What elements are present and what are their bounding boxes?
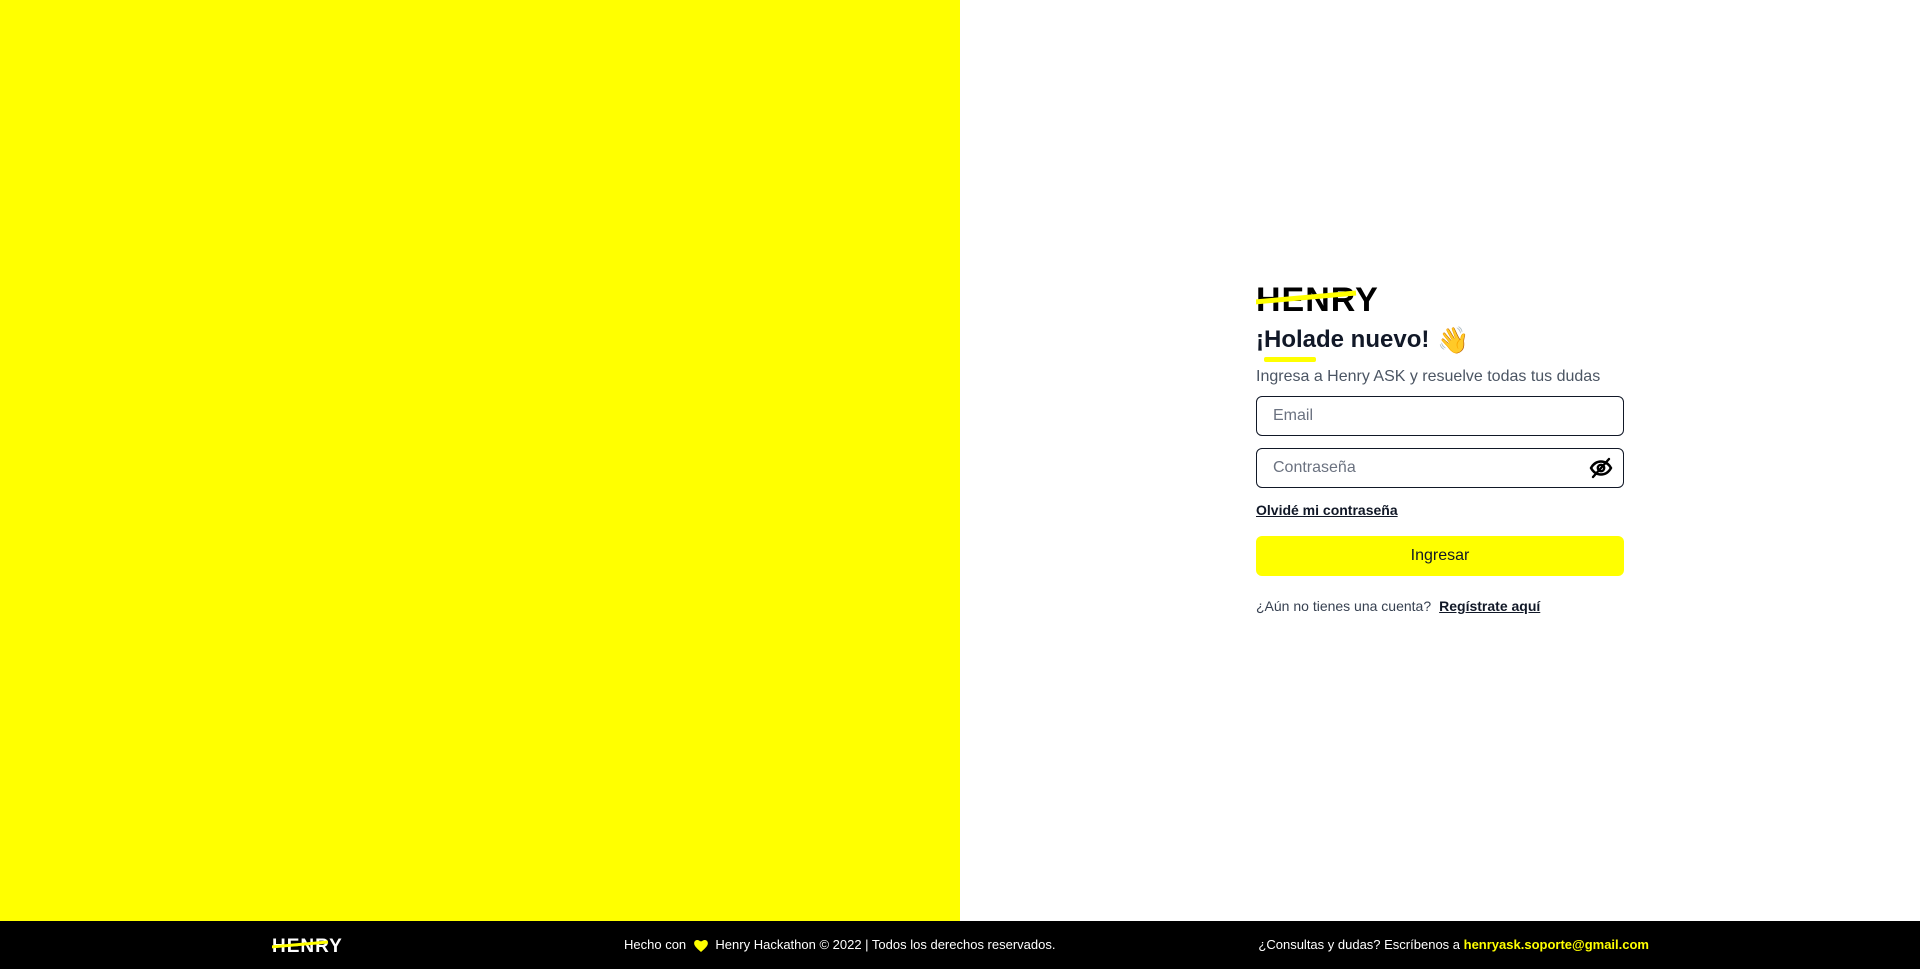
wave-icon: 👋 <box>1437 325 1470 355</box>
made-with-text: Hecho con <box>624 937 687 952</box>
page-title: ¡Hola de nuevo! 👋 <box>1256 324 1624 362</box>
eye-off-icon[interactable] <box>1588 456 1614 480</box>
footer: HENRY Hecho con Henry Hackathon © 2022 |… <box>0 921 1920 969</box>
credits-text: Henry Hackathon © 2022 | Todos los derec… <box>715 937 1056 952</box>
footer-henry-logo: HENRY <box>272 936 342 954</box>
login-submit-button[interactable]: Ingresar <box>1256 536 1624 576</box>
greeting-rest: de nuevo! <box>1316 326 1430 353</box>
forgot-password-link[interactable]: Olvidé mi contraseña <box>1256 502 1398 518</box>
footer-credits: Hecho con Henry Hackathon © 2022 | Todos… <box>624 921 1055 969</box>
footer-contact: ¿Consultas y dudas? Escríbenos a henryas… <box>1258 921 1649 969</box>
login-card: HENRY ¡Hola de nuevo! 👋 Ingresa a Henry … <box>1256 282 1624 614</box>
email-field-wrapper <box>1256 396 1624 436</box>
password-field-wrapper <box>1256 448 1624 488</box>
email-field[interactable] <box>1256 396 1624 436</box>
greeting-highlight: ¡Hola <box>1256 324 1316 362</box>
password-field[interactable] <box>1256 448 1624 488</box>
henry-logo: HENRY <box>1256 282 1378 314</box>
heart-icon <box>693 939 708 952</box>
login-subtitle: Ingresa a Henry ASK y resuelve todas tus… <box>1256 368 1601 385</box>
yellow-side-panel <box>0 0 960 921</box>
no-account-text: ¿Aún no tienes una cuenta? <box>1256 598 1432 614</box>
register-link[interactable]: Regístrate aquí <box>1439 598 1540 614</box>
contact-email-link[interactable]: henryask.soporte@gmail.com <box>1464 937 1649 952</box>
contact-text: ¿Consultas y dudas? Escríbenos a <box>1258 937 1461 952</box>
register-prompt: ¿Aún no tienes una cuenta? Regístrate aqu… <box>1256 598 1624 614</box>
